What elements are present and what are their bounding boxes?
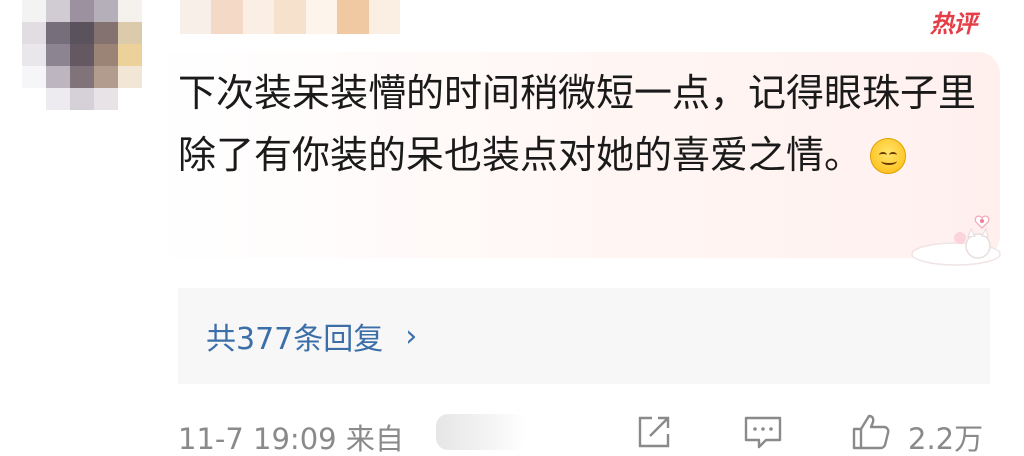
timestamp-source: 11-7 19:09 来自 <box>178 422 404 456</box>
share-icon[interactable] <box>634 412 676 452</box>
comment-footer: 11-7 19:09 来自 2.2万 <box>178 410 998 456</box>
cat-decoration <box>911 215 1001 266</box>
chevron-right-icon: › <box>405 318 418 354</box>
username-blurred[interactable] <box>180 0 400 34</box>
smile-emoji <box>870 138 907 174</box>
avatar[interactable] <box>22 0 142 112</box>
reply-count-label: 共377条回复 <box>206 322 384 357</box>
like-count: 2.2万 <box>908 422 984 456</box>
comment-body: 下次装呆装懵的时间稍微短一点，记得眼珠子里除了有你装的呆也装点对她的喜爱之情。 <box>178 71 977 177</box>
view-replies-button[interactable]: 共377条回复 › <box>178 288 990 384</box>
comment-icon[interactable] <box>742 412 784 452</box>
comment-text: 下次装呆装懵的时间稍微短一点，记得眼珠子里除了有你装的呆也装点对她的喜爱之情。 <box>178 62 978 186</box>
hot-comment-badge: 热评 <box>930 10 977 38</box>
source-blurred <box>436 414 526 450</box>
like-icon[interactable] <box>850 412 892 452</box>
